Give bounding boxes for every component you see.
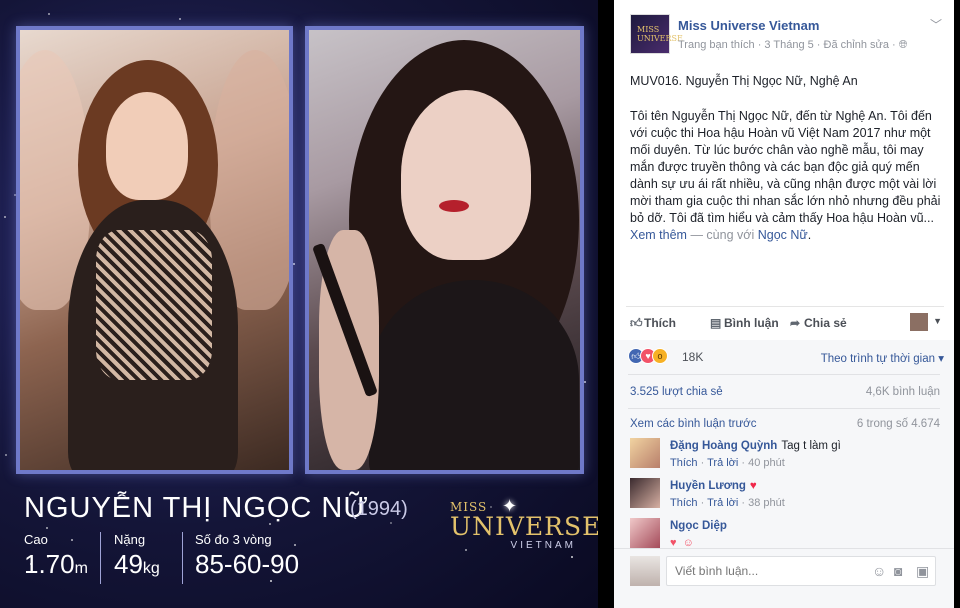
share-label: Chia sẻ [804,316,847,330]
post-body: Tôi tên Nguyễn Thị Ngọc Nữ, đến từ Nghệ … [630,108,948,244]
logo-vietnam: VIETNAM [510,540,576,551]
facebook-post-panel: MISS UNIVERSE Miss Universe Vietnam Tran… [614,0,954,608]
stat-divider [182,532,183,584]
camera-icon[interactable]: ◙ [894,563,902,579]
stat-value: 49kg [114,549,160,579]
star-dot [46,527,48,529]
comment-reply-link[interactable]: Trả lời [707,497,738,509]
stat-label: Cao [24,532,48,547]
page-avatar[interactable]: MISS UNIVERSE [630,14,683,54]
star-dot [179,18,181,20]
post-meta-text: Trang bạn thích · 3 Tháng 5 · Đã chỉnh s… [678,39,896,51]
reaction-count: 18K [682,350,704,364]
star-dot [390,522,392,524]
logo-universe: UNIVERSE [450,512,598,541]
stat-label: Nặng [114,532,146,547]
sort-order-label: Theo trình tự thời gian [820,353,936,365]
emoji-icon[interactable]: ☺ [872,563,886,579]
comment-like-link[interactable]: Thích [670,457,698,469]
page-name-link[interactable]: Miss Universe Vietnam [678,18,819,33]
miss-universe-vietnam-logo: ✦ MISS UNIVERSE VIETNAM [450,496,598,551]
comment-icon: ▤ [710,316,722,330]
divider [628,408,940,409]
view-previous-comments-link[interactable]: Xem các bình luận trước [630,418,756,430]
star-dot [571,556,573,558]
sort-order-dropdown[interactable]: Theo trình tự thời gian ▾ [821,351,944,365]
share-count-link[interactable]: 3.525 lượt chia sẻ [630,386,723,398]
write-comment-row: ☺ ◙ ▣ [614,548,954,592]
post-header: MISS UNIVERSE Miss Universe Vietnam Tran… [614,0,954,56]
stat-measurements: Số đo 3 vòng 85-60-90 [195,532,299,580]
share-button[interactable]: ➦ Chia sẻ [790,316,847,330]
comment-label: Bình luận [724,316,779,330]
divider [628,374,940,375]
commenter-avatar[interactable] [630,518,660,548]
post-meta: Trang bạn thích · 3 Tháng 5 · Đã chỉnh s… [678,39,908,52]
sticker-icon[interactable]: ▣ [916,563,929,580]
commenter-avatar[interactable] [630,438,660,468]
wow-reaction-icon: o [652,348,668,364]
comment-text: Tag t làm gì [781,440,841,452]
caret-down-icon[interactable]: ▼ [933,316,942,326]
comment-reply-link[interactable]: Trả lời [707,457,738,469]
share-icon: ➦ [790,316,801,330]
see-more-link[interactable]: Xem thêm [630,228,687,242]
photo-frame-right [305,26,584,474]
chevron-down-icon[interactable]: ﹀ [930,16,942,33]
comment-time: 40 phút [748,457,785,469]
commenter-name-text[interactable]: Đặng Hoàng Quỳnh [670,440,777,452]
star-icon: ✦ [502,496,518,516]
globe-icon: 🌐︎ [898,39,908,51]
contestant-info: NGUYỄN THỊ NGỌC NỮ (1994) Cao 1.70m Nặng… [24,492,408,584]
comment-count[interactable]: 4,6K bình luận [866,386,940,398]
stat-weight: Nặng 49kg [114,532,160,580]
comment-button[interactable]: ▤ Bình luận [710,316,779,330]
stat-value: 85-60-90 [195,549,300,579]
post-body-text: Tôi tên Nguyễn Thị Ngọc Nữ, đến từ Nghệ … [630,109,941,225]
post-as-avatar[interactable] [910,313,928,331]
comment-paging: 6 trong số 4.674 [856,418,940,430]
contestant-name: NGUYỄN THỊ NGỌC NỮ [24,492,370,524]
star-dot [4,216,6,218]
commenter-name-text[interactable]: Huyền Lương [670,480,746,492]
commenter-name[interactable]: Ngọc Diệp [670,520,727,532]
period: . [807,228,812,242]
commenter-name[interactable]: Huyền Lương ♥ [670,480,757,492]
tagged-user-link[interactable]: Ngọc Nữ [758,228,808,242]
star-dot [293,263,295,265]
window-edge [954,0,960,608]
heart-emoji-icon: ♥ [749,480,757,492]
comment-meta: Thích · Trả lời · 38 phút [670,497,785,509]
caret-down-icon: ▾ [938,353,944,365]
comment-like-link[interactable]: Thích [670,497,698,509]
thumbs-up-icon: 👍︎ [630,316,643,330]
birth-year: (1994) [350,498,408,520]
post-title: MUV016. Nguyễn Thị Ngọc Nữ, Nghệ An [630,74,858,88]
comment-time: 38 phút [748,497,785,509]
star-dot [5,454,7,456]
star-dot [270,580,272,582]
actions-bar: 👍︎Thích ▤ Bình luận ➦ Chia sẻ ▼ [626,306,944,340]
commenter-name[interactable]: Đặng Hoàng Quỳnh Tag t làm gì [670,440,841,452]
panel-gutter [598,0,614,608]
photo-frame-left [16,26,293,474]
contestant-photo[interactable]: NGUYỄN THỊ NGỌC NỮ (1994) Cao 1.70m Nặng… [0,0,598,608]
commenter-avatar[interactable] [630,478,660,508]
star-dot [584,381,586,383]
stat-divider [100,532,101,584]
with-text: — cùng với [690,228,755,242]
stat-value: 1.70m [24,549,88,579]
like-button[interactable]: 👍︎Thích [630,316,676,331]
stat-height: Cao 1.70m [24,532,88,580]
like-label: Thích [644,316,676,330]
page-avatar-logo: MISS UNIVERSE [637,25,683,43]
my-avatar[interactable] [630,556,660,586]
comment-meta: Thích · Trả lời · 40 phút [670,457,785,469]
comments-area: 👍︎ ♥ o 18K Theo trình tự thời gian ▾ 3.5… [614,340,954,608]
stat-label: Số đo 3 vòng [195,532,272,547]
star-dot [48,13,50,15]
